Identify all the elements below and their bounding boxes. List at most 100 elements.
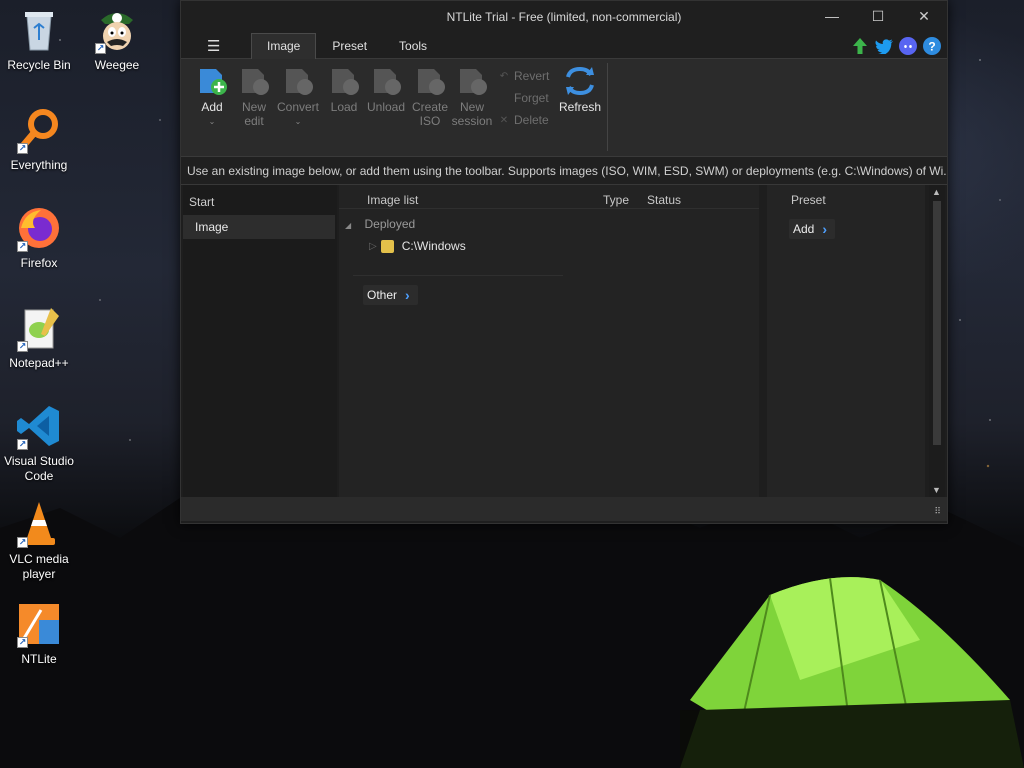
scrollbar-thumb[interactable] [933,201,941,445]
group-deployed[interactable]: ◢ Deployed [345,217,415,231]
shortcut-arrow-icon: ↗ [17,143,28,154]
chevron-right-icon: › [822,221,828,237]
create-iso-label-line2: ISO [419,114,441,128]
convert-button-label: Convert [276,100,320,114]
load-button-label: Load [330,100,358,114]
new-session-icon [456,65,488,97]
desktop-icon-weegee[interactable]: ↗ Weegee [82,6,152,73]
other-button-label: Other [367,288,398,302]
column-status[interactable]: Status [647,193,681,207]
delete-button[interactable]: ✕ Delete [499,109,549,131]
notepadpp-icon: ↗ [15,304,63,352]
desktop-icon-firefox[interactable]: ↗ Firefox [4,204,74,271]
update-arrow-icon[interactable] [851,37,869,55]
help-icon[interactable]: ? [923,37,941,55]
ribbon-toolbar: Add ⌄ New edit Convert ⌄ Load Unload Cre… [181,59,947,157]
shortcut-arrow-icon: ↗ [17,439,28,450]
resize-grip-icon[interactable]: ⠿ [934,506,941,517]
scroll-down-arrow-icon[interactable]: ▼ [932,485,941,495]
status-bar: ⠿ [181,497,947,521]
nav-item-image[interactable]: Image [183,215,335,239]
new-session-label-line1: New [459,100,484,114]
load-button[interactable]: Load [323,65,365,114]
collapse-triangle-icon[interactable]: ◢ [345,221,351,230]
add-dropdown-caret-icon[interactable]: ⌄ [209,115,216,129]
revert-icon: ↶ [499,70,509,82]
discord-icon[interactable] [899,37,917,55]
tab-image[interactable]: Image [251,33,317,59]
hamburger-menu-icon[interactable]: ☰ [207,37,220,55]
ntlite-window: NTLite Trial - Free (limited, non-commer… [180,0,948,524]
vlc-cone-icon: ↗ [15,500,63,548]
vertical-scrollbar[interactable]: ▲ ▼ [929,185,945,497]
refresh-button[interactable]: Refresh [559,65,601,114]
forget-button[interactable]: Forget [499,87,549,109]
main-content: Start Image Image list Type Status ◢ Dep… [181,185,947,497]
scroll-up-arrow-icon[interactable]: ▲ [932,187,941,197]
desktop-icon-notepadpp[interactable]: ↗ Notepad++ [4,304,74,371]
revert-button[interactable]: ↶ Revert [499,65,550,87]
new-session-label-line2: session [451,114,493,128]
add-button-label: Add [201,100,223,114]
new-edit-label-line1: New [241,100,266,114]
ntlite-icon: ↗ [15,600,63,648]
weegee-icon: ↗ [93,6,141,54]
start-panel-header: Start [189,195,215,209]
column-type[interactable]: Type [603,193,629,207]
folder-icon [380,239,394,253]
info-hint-bar: Use an existing image below, or add them… [181,157,947,185]
create-iso-button[interactable]: Create ISO [409,65,451,128]
unload-icon [370,65,402,97]
desktop-icon-vlc[interactable]: ↗ VLC media player [4,500,74,582]
desktop-icon-everything[interactable]: ↗ Everything [4,106,74,173]
new-edit-label-line2: edit [244,114,264,128]
group-separator [353,275,563,276]
expand-node-icon[interactable]: ▷ [369,241,377,252]
menubar: ☰ Image Preset Tools ? [181,33,947,59]
green-tent-image [680,577,1024,768]
desktop-icon-recycle-bin[interactable]: Recycle Bin [4,6,74,73]
other-button[interactable]: Other › [363,285,418,305]
refresh-icon [564,65,596,97]
recycle-bin-icon [15,6,63,54]
preset-add-label: Add [793,222,815,236]
convert-dropdown-caret-icon[interactable]: ⌄ [295,115,302,129]
add-button[interactable]: Add ⌄ [191,65,233,129]
desktop-icon-label: NTLite [21,652,57,666]
unload-button-label: Unload [366,100,406,114]
toolbar-divider [607,63,608,151]
image-row-windows[interactable]: ▷ C:\Windows [369,239,466,253]
delete-icon: ✕ [499,114,509,126]
convert-button[interactable]: Convert ⌄ [277,65,319,129]
desktop-icon-ntlite[interactable]: ↗ NTLite [4,600,74,667]
desktop-icon-label: Firefox [20,256,58,270]
delete-label: Delete [514,113,549,127]
preset-panel: Preset Add › [767,185,925,497]
start-panel: Start Image [183,185,337,497]
column-image-list[interactable]: Image list [367,193,418,207]
window-titlebar[interactable]: NTLite Trial - Free (limited, non-commer… [181,1,947,33]
image-row-path: C:\Windows [401,239,466,253]
new-edit-button[interactable]: New edit [233,65,275,128]
magnifier-icon: ↗ [15,106,63,154]
revert-label: Revert [514,69,550,83]
add-image-icon [196,65,228,97]
preset-add-button[interactable]: Add › [789,219,836,239]
twitter-icon[interactable] [875,37,893,55]
tab-preset[interactable]: Preset [316,33,383,59]
shortcut-arrow-icon: ↗ [17,241,28,252]
minimize-button[interactable]: — [809,1,855,31]
unload-button[interactable]: Unload [365,65,407,114]
close-button[interactable]: ✕ [901,1,947,31]
desktop-icon-label: Weegee [94,58,140,72]
desktop-icon-vscode[interactable]: ↗ Visual Studio Code [4,402,74,484]
vscode-icon: ↗ [15,402,63,450]
new-session-button[interactable]: New session [451,65,493,128]
load-icon [328,65,360,97]
tab-tools[interactable]: Tools [383,33,443,59]
create-iso-label-line1: Create [411,100,449,114]
shortcut-arrow-icon: ↗ [17,341,28,352]
new-edit-icon [238,65,270,97]
maximize-button[interactable]: ☐ [855,1,901,31]
preset-panel-header: Preset [791,193,826,207]
